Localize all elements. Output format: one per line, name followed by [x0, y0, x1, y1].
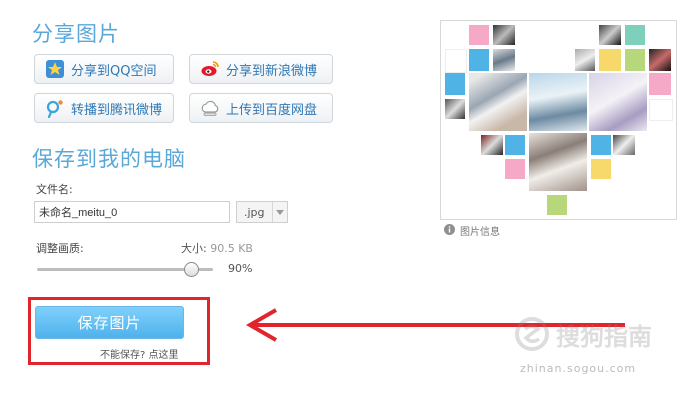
save-image-button[interactable]: 保存图片 [35, 306, 184, 339]
collage-photo [493, 25, 515, 45]
watermark-url: zhinan.sogou.com [520, 362, 637, 375]
collage-photo [469, 73, 527, 131]
sogou-logo-icon [515, 317, 549, 351]
watermark-logo: 搜狗指南 [514, 316, 652, 352]
collage-tile [469, 25, 489, 45]
cannot-save-link[interactable]: 不能保存? 点这里 [100, 346, 179, 361]
upload-baidu-pan-label: 上传到百度网盘 [226, 102, 318, 118]
collage-tile [505, 135, 525, 155]
format-select-value: .jpg [244, 205, 265, 219]
share-qzone-label: 分享到QQ空间 [71, 63, 157, 79]
collage-photo [445, 99, 465, 119]
filename-label: 文件名: [36, 183, 73, 196]
collage-photo [529, 73, 587, 131]
collage-tile [505, 159, 525, 179]
chevron-down-icon [272, 202, 287, 222]
tencent-weibo-icon [45, 98, 65, 119]
collage-tile [625, 49, 645, 71]
collage-photo [649, 49, 671, 71]
collage-photo [493, 49, 515, 71]
image-info-label: 图片信息 [460, 227, 500, 238]
collage-photo [529, 133, 587, 191]
image-preview-panel [440, 20, 677, 220]
file-size-label: 大小: [181, 242, 207, 255]
baidu-cloud-icon [200, 98, 220, 118]
file-size-readout: 大小: 90.5 KB [181, 240, 253, 256]
upload-baidu-pan-button[interactable]: 上传到百度网盘 [189, 93, 333, 123]
filename-input[interactable] [34, 201, 230, 223]
quality-percent: 90% [228, 262, 253, 275]
share-tencent-weibo-label: 转播到腾讯微博 [71, 102, 163, 118]
image-info-link[interactable]: 图片信息 [444, 223, 500, 238]
share-sina-weibo-button[interactable]: 分享到新浪微博 [189, 54, 333, 84]
collage-tile [591, 159, 611, 179]
quality-slider-thumb[interactable] [183, 262, 199, 277]
collage-photo [575, 49, 595, 71]
share-sina-weibo-label: 分享到新浪微博 [226, 63, 318, 79]
collage-tile [445, 73, 465, 95]
format-select[interactable]: .jpg [236, 201, 288, 223]
collage-photo [599, 25, 621, 45]
qzone-star-icon [45, 59, 65, 79]
collage-photo [589, 73, 647, 131]
collage-tile [649, 73, 671, 95]
collage-photo [481, 135, 503, 155]
watermark-brand: 搜狗指南 [556, 322, 652, 351]
collage-tile [547, 195, 567, 215]
file-size-value: 90.5 KB [210, 242, 253, 255]
quality-label: 调整画质: [36, 242, 84, 255]
collage-tile [469, 49, 489, 71]
share-qzone-button[interactable]: 分享到QQ空间 [34, 54, 174, 84]
collage-tile [649, 99, 673, 121]
share-section-title: 分享图片 [32, 22, 120, 46]
sina-weibo-icon [200, 59, 220, 79]
share-tencent-weibo-button[interactable]: 转播到腾讯微博 [34, 93, 174, 123]
collage-tile [445, 49, 467, 73]
collage-photo [613, 135, 635, 155]
collage-tile [625, 25, 645, 45]
info-icon [444, 223, 455, 238]
collage-tile [591, 135, 611, 155]
save-section-title: 保存到我的电脑 [32, 147, 186, 171]
collage-tile [599, 49, 621, 71]
